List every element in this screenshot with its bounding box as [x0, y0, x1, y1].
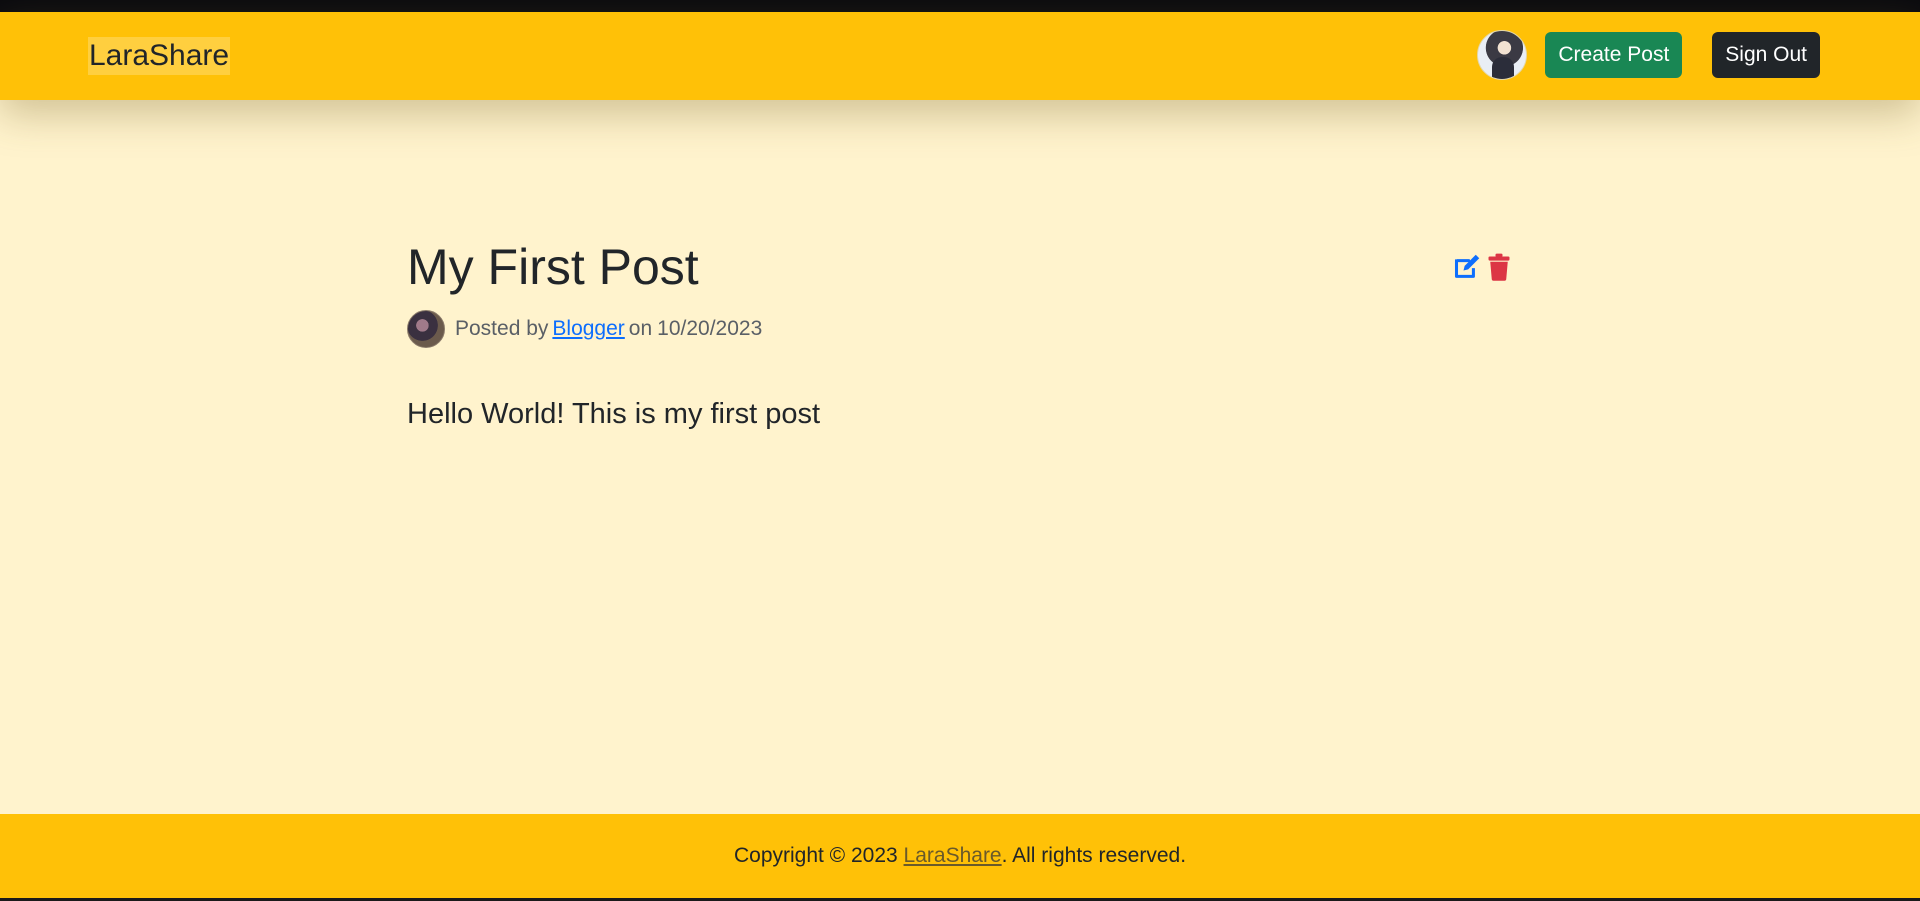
- footer-brand-link[interactable]: LaraShare: [904, 844, 1002, 868]
- post-title-row: My First Post: [407, 236, 1517, 298]
- navbar-actions: Create Post Sign Out: [1477, 30, 1820, 80]
- footer-copyright-suffix: . All rights reserved.: [1001, 844, 1187, 867]
- navbar: LaraShare Create Post Sign Out: [0, 12, 1920, 100]
- post-body: Hello World! This is my first post: [407, 398, 821, 430]
- sign-out-button[interactable]: Sign Out: [1712, 32, 1820, 78]
- edit-icon[interactable]: [1451, 251, 1483, 283]
- post-date: 10/20/2023: [657, 317, 763, 340]
- post-meta: Posted by Blogger on 10/20/2023: [407, 310, 1517, 348]
- post-title: My First Post: [407, 239, 699, 295]
- user-avatar[interactable]: [1477, 30, 1528, 80]
- author-link[interactable]: Blogger: [552, 317, 624, 341]
- author-avatar: [407, 310, 445, 348]
- post-container: My First Post Posted by Blogger on 10/20…: [407, 236, 1517, 434]
- post-actions: [1451, 251, 1515, 283]
- date-prefix: on: [628, 317, 653, 340]
- create-post-button[interactable]: Create Post: [1545, 32, 1683, 78]
- footer: Copyright © 2023 LaraShare . All rights …: [0, 814, 1920, 898]
- footer-copyright-prefix: Copyright © 2023: [733, 844, 898, 867]
- trash-icon[interactable]: [1483, 251, 1515, 283]
- brand-link[interactable]: LaraShare: [88, 37, 231, 75]
- browser-top-strip: [0, 0, 1920, 12]
- posted-by-label: Posted by: [455, 317, 549, 340]
